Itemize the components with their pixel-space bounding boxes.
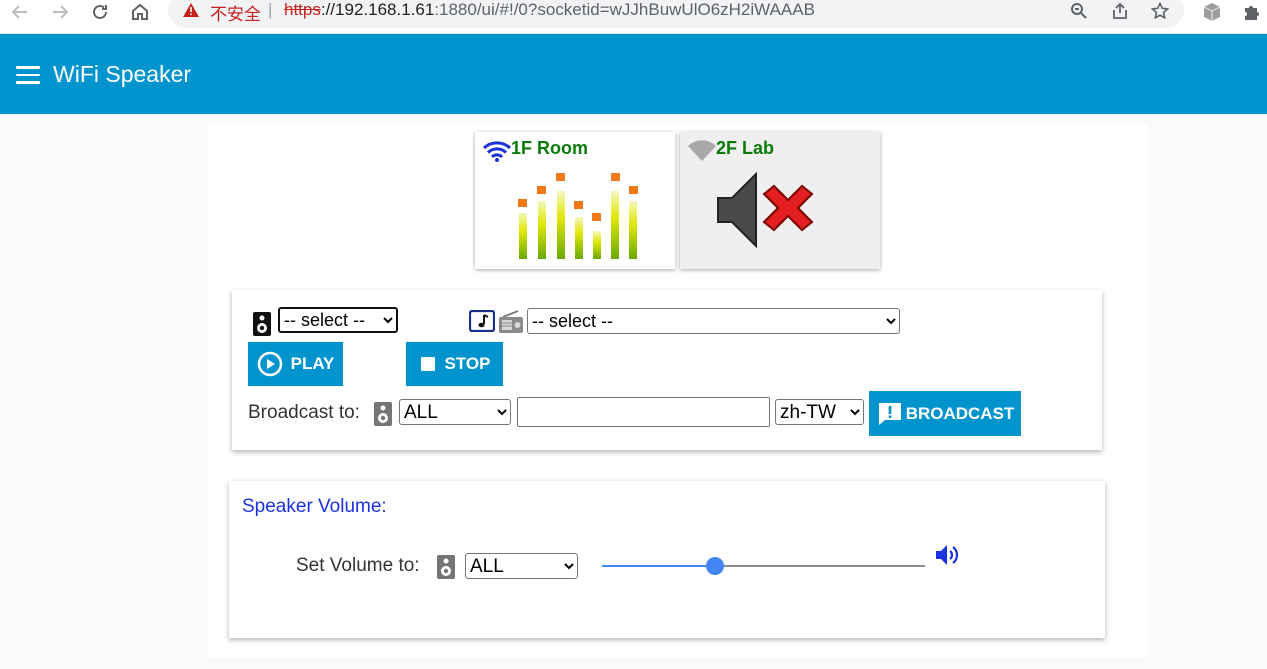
speaker-muted-icon: [717, 171, 814, 249]
warning-icon: [183, 3, 199, 17]
broadcast-button[interactable]: BROADCAST: [869, 391, 1021, 436]
broadcast-message-input[interactable]: [517, 397, 770, 427]
music-note-icon[interactable]: [469, 310, 495, 332]
home-icon: [132, 3, 148, 20]
home-button[interactable]: [125, 0, 155, 24]
app-header: WiFi Speaker: [0, 34, 1267, 114]
radio-icon[interactable]: [498, 310, 524, 334]
volume-section-title: Speaker Volume:: [242, 496, 387, 517]
broadcast-language-select[interactable]: zh-TW: [775, 399, 864, 425]
stop-square-icon: [420, 357, 435, 371]
reload-icon: [93, 4, 107, 19]
share-icon[interactable]: [1111, 2, 1129, 20]
speaker-device-icon: [374, 402, 392, 426]
volume-slider-fill: [602, 565, 716, 567]
star-icon[interactable]: [1151, 2, 1169, 20]
play-label: PLAY: [290, 354, 335, 373]
address-bar[interactable]: 不安全 | https://192.168.1.61:1880/ui/#!/0?…: [168, 0, 1184, 28]
wifi-connected-icon: [482, 141, 512, 162]
volume-target-select[interactable]: ALL: [465, 553, 578, 579]
stop-label: STOP: [444, 354, 491, 373]
speaker-name: 2F Lab: [716, 138, 775, 158]
extension-cube-button[interactable]: [1198, 0, 1226, 24]
playback-card: -- select -- -- select -- PLAY STOP Broa…: [232, 290, 1102, 450]
reload-button[interactable]: [85, 0, 115, 24]
arrow-left-icon: [11, 5, 27, 19]
broadcast-target-select[interactable]: ALL: [399, 399, 511, 425]
back-button[interactable]: [5, 0, 35, 24]
speaker-tile-1f-room[interactable]: 1F Room: [475, 132, 675, 269]
zoom-icon[interactable]: [1070, 2, 1088, 20]
browser-toolbar: 不安全 | https://192.168.1.61:1880/ui/#!/0?…: [0, 0, 1267, 34]
extensions-button[interactable]: [1238, 0, 1266, 24]
broadcast-button-label: BROADCAST: [905, 403, 1015, 423]
url-host: ://192.168.1.61: [320, 0, 435, 19]
volume-card: Speaker Volume: Set Volume to: ALL: [229, 481, 1105, 638]
equalizer-icon: [518, 173, 638, 259]
play-circle-icon: [257, 351, 282, 377]
url-separator: |: [268, 0, 273, 19]
volume-label: Set Volume to:: [296, 555, 420, 576]
dashboard-content: 1F Room 2F Lab -- select -- -- select --…: [208, 124, 1148, 658]
insecure-label: 不安全: [210, 5, 261, 24]
volume-slider[interactable]: [602, 557, 925, 575]
play-button[interactable]: PLAY: [248, 342, 343, 386]
app-title: WiFi Speaker: [53, 61, 192, 87]
arrow-right-icon: [53, 5, 69, 19]
url-scheme: https: [284, 0, 321, 19]
speaker-select[interactable]: -- select --: [278, 307, 398, 333]
speaker-name: 1F Room: [511, 138, 589, 158]
puzzle-icon: [1245, 6, 1259, 20]
wifi-disconnected-icon: [688, 140, 716, 161]
menu-icon[interactable]: [16, 66, 40, 84]
speaker-device-icon: [253, 312, 271, 336]
alert-message-icon: [878, 402, 901, 425]
volume-slider-thumb[interactable]: [706, 557, 725, 575]
url-path: :1880/ui/#!/0?socketid=wJJhBuwUlO6zH2iWA…: [434, 0, 815, 19]
cube-icon: [1203, 3, 1221, 21]
audio-source-select[interactable]: -- select --: [527, 308, 900, 334]
url-text: https://192.168.1.61:1880/ui/#!/0?socket…: [284, 0, 815, 20]
volume-up-icon[interactable]: [934, 543, 960, 567]
broadcast-label: Broadcast to:: [248, 402, 360, 423]
speaker-tile-2f-lab[interactable]: 2F Lab: [680, 132, 880, 269]
stop-button[interactable]: STOP: [406, 342, 503, 386]
forward-button[interactable]: [45, 0, 75, 24]
speaker-device-icon: [437, 555, 455, 579]
